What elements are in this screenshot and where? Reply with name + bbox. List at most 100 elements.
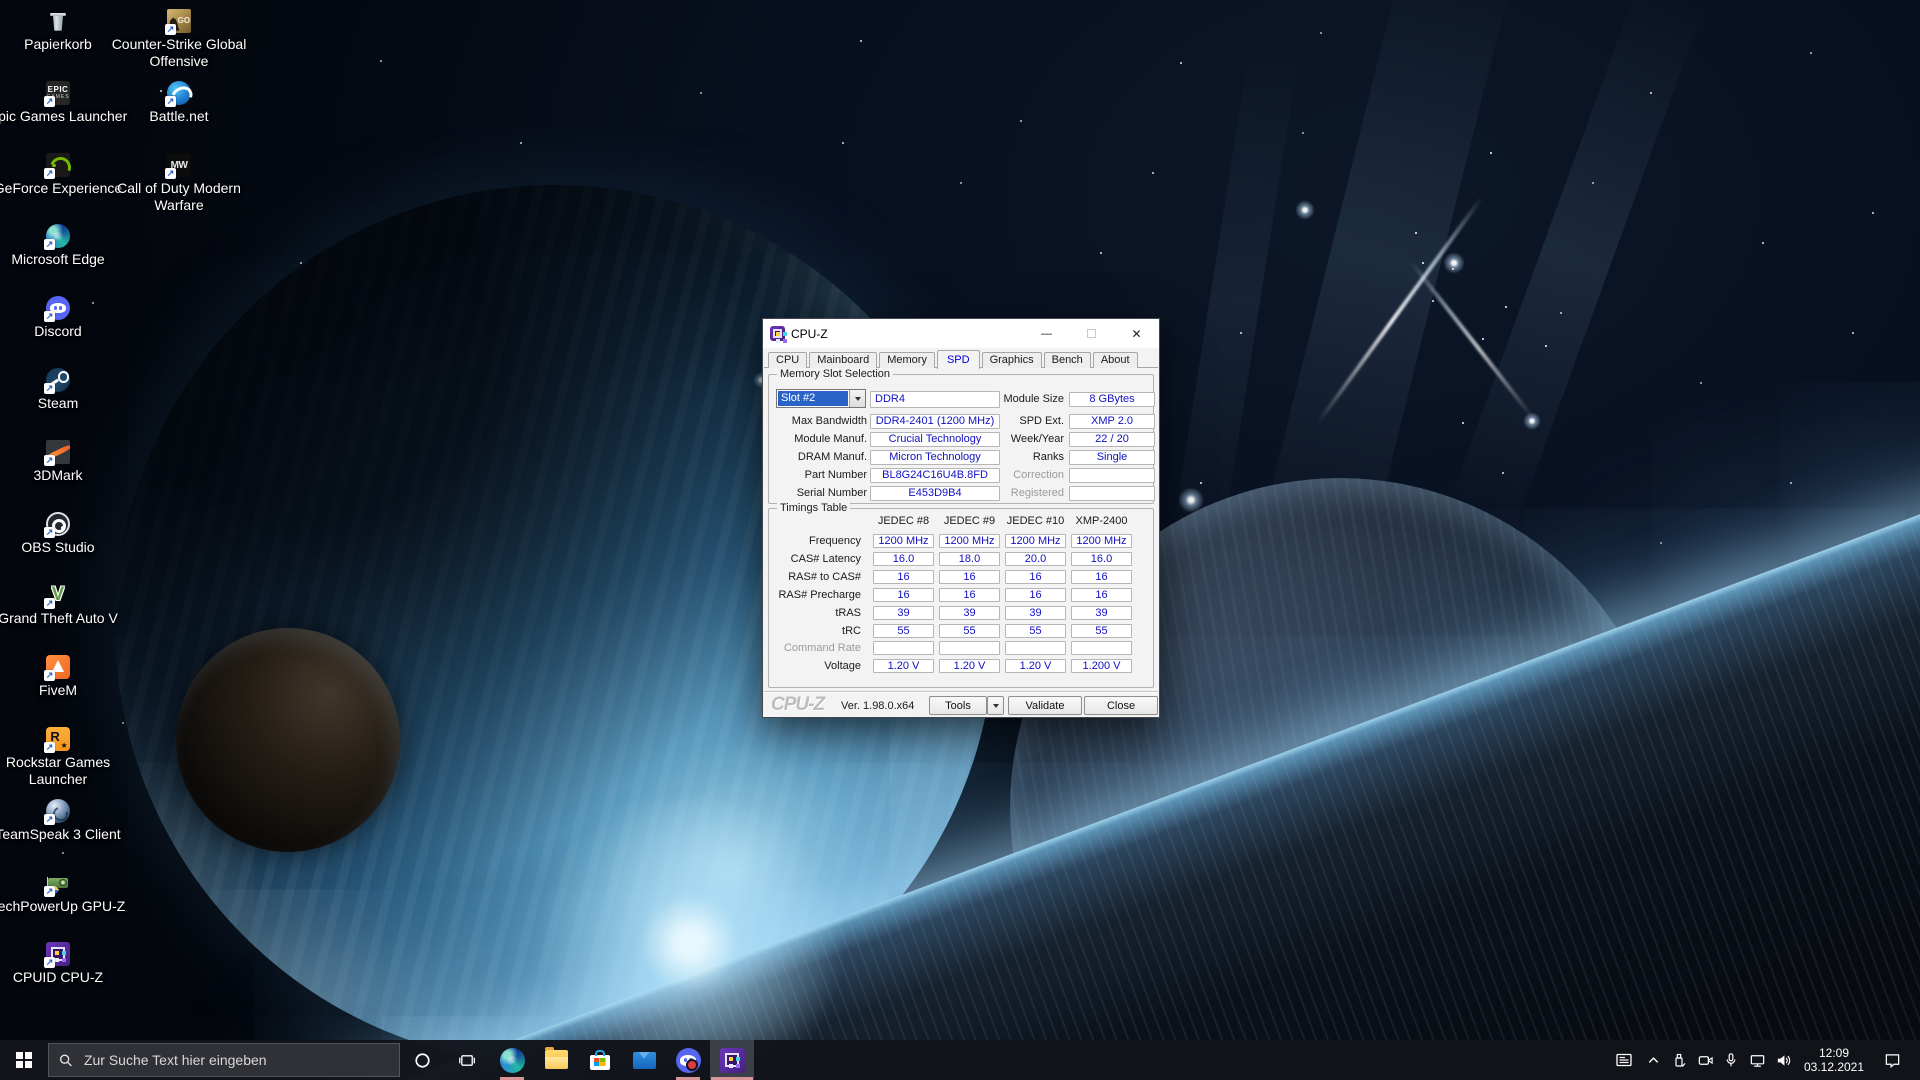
timings-cell: 1.20 V <box>1005 659 1066 673</box>
desktop-icon-rockstar-games-launcher[interactable]: R ★ ↗ Rockstar Games Launcher <box>0 727 134 788</box>
tray-usb-icon[interactable] <box>1666 1040 1692 1080</box>
cpuz-app-icon <box>770 326 785 341</box>
desktop-icon-obs-studio[interactable]: ↗ OBS Studio <box>0 512 134 556</box>
tab-cpu[interactable]: CPU <box>768 352 808 368</box>
desktop-icon-steam[interactable]: ↗ Steam <box>0 368 134 412</box>
timings-row-label: RAS# to CAS# <box>788 571 861 583</box>
group-label: Memory Slot Selection <box>777 368 894 380</box>
action-center-button[interactable] <box>1872 1040 1912 1080</box>
field-label: Correction <box>1013 469 1064 481</box>
timings-cell: 1200 MHz <box>1005 534 1066 548</box>
tray-mic-icon[interactable] <box>1718 1040 1744 1080</box>
cortana-button[interactable] <box>400 1040 445 1080</box>
tools-dropdown-arrow[interactable] <box>987 696 1004 715</box>
dropdown-arrow-icon[interactable] <box>849 390 865 407</box>
desktop-icon-cpuid-cpu-z[interactable]: ↗ CPUID CPU-Z <box>0 942 134 986</box>
desktop-icon-fivem[interactable]: ↗ FiveM <box>0 655 134 699</box>
desktop-icon-teamspeak-3-client[interactable]: ↗ TeamSpeak 3 Client <box>0 799 134 843</box>
shortcut-arrow-icon: ↗ <box>44 670 55 681</box>
shortcut-arrow-icon: ↗ <box>44 239 55 250</box>
timings-cell: 1.20 V <box>939 659 1000 673</box>
explorer-icon <box>544 1047 569 1073</box>
mail-icon <box>632 1048 657 1073</box>
tray-network-icon[interactable] <box>1744 1040 1770 1080</box>
timings-cell: 20.0 <box>1005 552 1066 566</box>
timings-cell: 55 <box>1071 624 1132 638</box>
timings-column-header: JEDEC #9 <box>943 515 996 527</box>
clock-date: 03.12.2021 <box>1803 1060 1865 1074</box>
timings-cell: 16 <box>1005 570 1066 584</box>
recycle-bin-icon <box>46 9 70 33</box>
tab-memory[interactable]: Memory <box>879 352 935 368</box>
desktop-icon-label: Grand Theft Auto V <box>0 610 118 626</box>
timings-cell: 16 <box>939 588 1000 602</box>
desktop-icon-label: 3DMark <box>33 467 83 483</box>
tray-speaker-icon[interactable] <box>1770 1040 1796 1080</box>
desktop-icon-3dmark[interactable]: ↗ 3DMark <box>0 440 134 484</box>
store-icon <box>588 1048 613 1073</box>
desktop-icon-call-of-duty-modern-warfare[interactable]: MW ↗ Call of Duty Modern Warfare <box>103 153 255 214</box>
gpuz-icon: ↗ <box>44 871 70 897</box>
tray-camera-icon[interactable] <box>1692 1040 1718 1080</box>
field-value: XMP 2.0 <box>1069 414 1155 429</box>
tray-chevron-up-icon[interactable] <box>1640 1040 1666 1080</box>
tab-about[interactable]: About <box>1092 352 1138 368</box>
desktop-icon-discord[interactable]: ↗ Discord <box>0 296 134 340</box>
minimize-button[interactable]: — <box>1024 319 1069 348</box>
gtav-icon: V ↗ <box>44 584 65 609</box>
tab-mainboard[interactable]: Mainboard <box>809 352 878 368</box>
shortcut-arrow-icon: ↗ <box>165 24 176 35</box>
desktop-icon-techpowerup-gpu-z[interactable]: ↗ TechPowerUp GPU-Z <box>0 871 134 915</box>
shortcut-arrow-icon: ↗ <box>44 311 55 322</box>
tray-news-icon[interactable] <box>1608 1040 1640 1080</box>
taskbar-clock[interactable]: 12:09 03.12.2021 <box>1796 1046 1872 1074</box>
taskbar-app-file-explorer[interactable] <box>534 1040 578 1080</box>
task-view-icon <box>459 1054 475 1066</box>
timings-cell: 16 <box>1071 570 1132 584</box>
desktop-icon-counter-strike-global-offensive[interactable]: GO ↗ Counter-Strike Global Offensive <box>103 9 255 70</box>
field-value <box>1069 468 1155 483</box>
timings-cell <box>873 641 934 655</box>
desktop-icon-label: Papierkorb <box>24 36 92 52</box>
battlenet-icon: ↗ <box>165 81 191 107</box>
timings-row-label: Voltage <box>824 660 861 672</box>
desktop-icon-battle-net[interactable]: ↗ Battle.net <box>103 81 255 125</box>
memory-slot-selection-group: Memory Slot Selection Slot #2 DDR4 Max B… <box>768 368 1155 504</box>
taskbar-app-mail[interactable] <box>622 1040 666 1080</box>
shortcut-arrow-icon: ↗ <box>44 96 55 107</box>
taskbar-app-discord[interactable] <box>666 1040 710 1080</box>
taskbar-app-cpu-z[interactable] <box>710 1040 754 1080</box>
tools-button[interactable]: Tools <box>929 696 987 715</box>
version-text: Ver. 1.98.0.x64 <box>841 700 915 712</box>
shortcut-arrow-icon: ↗ <box>44 168 55 179</box>
tab-bench[interactable]: Bench <box>1043 352 1091 368</box>
timings-cell: 18.0 <box>939 552 1000 566</box>
window-titlebar[interactable]: CPU-Z — ✕ <box>763 319 1159 348</box>
footer-divider <box>764 691 1158 693</box>
task-view-button[interactable] <box>445 1040 490 1080</box>
validate-button[interactable]: Validate <box>1008 696 1082 715</box>
close-button[interactable]: Close <box>1084 696 1158 715</box>
desktop-icon-label: Microsoft Edge <box>11 251 105 267</box>
timings-cell: 55 <box>873 624 934 638</box>
shortcut-arrow-icon: ↗ <box>165 96 176 107</box>
field-label: DRAM Manuf. <box>797 451 867 463</box>
slot-selector-dropdown[interactable]: Slot #2 <box>776 389 866 408</box>
tab-graphics[interactable]: Graphics <box>981 352 1042 368</box>
search-input[interactable] <box>81 1051 389 1069</box>
taskbar-search[interactable] <box>48 1043 400 1077</box>
desktop-icon-grand-theft-auto-v[interactable]: V ↗ Grand Theft Auto V <box>0 583 134 627</box>
cpuz-window: CPU-Z — ✕ CPU Mainboard Memory SPD Graphics B… <box>762 318 1160 718</box>
desktop-icon-microsoft-edge[interactable]: ↗ Microsoft Edge <box>0 224 134 268</box>
threedmark-icon: ↗ <box>44 440 70 466</box>
edge-icon: ↗ <box>44 224 70 250</box>
timings-cell: 1.20 V <box>873 659 934 673</box>
timings-cell <box>1005 641 1066 655</box>
start-button[interactable] <box>0 1040 48 1080</box>
taskbar-app-edge[interactable] <box>490 1040 534 1080</box>
timings-cell: 1.200 V <box>1071 659 1132 673</box>
taskbar-app-microsoft-store[interactable] <box>578 1040 622 1080</box>
close-window-button[interactable]: ✕ <box>1114 319 1159 348</box>
cpuz-icon <box>719 1047 745 1073</box>
tab-spd[interactable]: SPD <box>936 350 980 369</box>
